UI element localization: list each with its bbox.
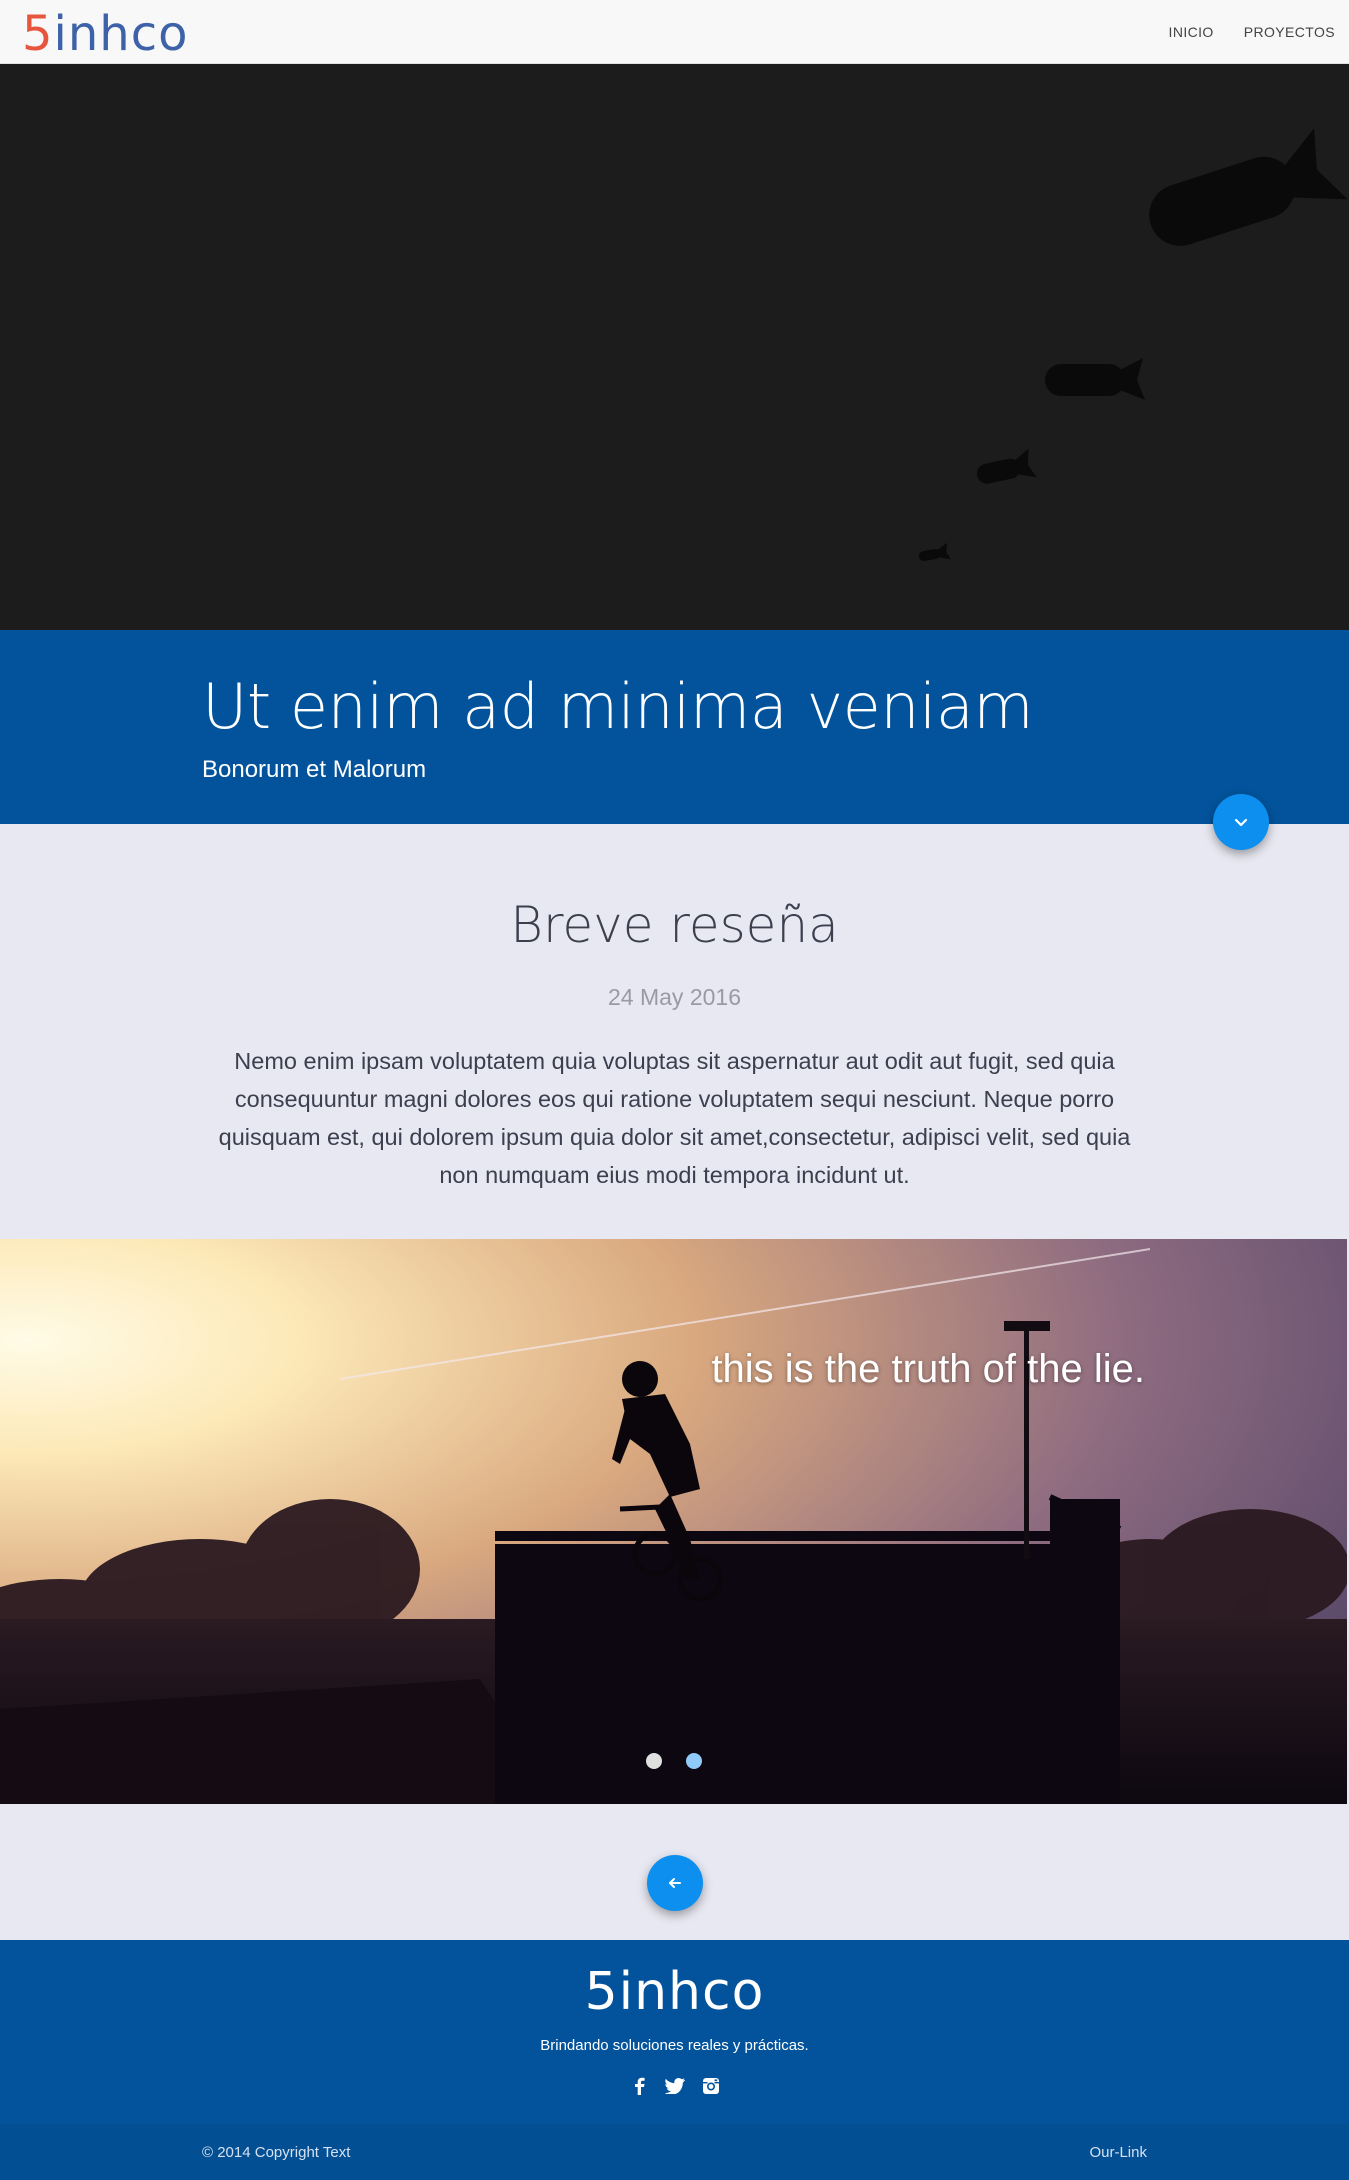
nav-links: INICIO PROYECTOS — [1169, 0, 1335, 64]
review-date: 24 May 2016 — [608, 984, 741, 1010]
footer-tagline: Brindando soluciones reales y prácticas. — [540, 2037, 809, 2054]
hero-image — [0, 64, 1349, 630]
carousel-caption: this is the truth of the lie. — [711, 1347, 1145, 1391]
footer: 5inhco Brindando soluciones reales y prá… — [0, 1940, 1349, 2180]
review-text: Nemo enim ipsam voluptatem quia voluptas… — [218, 1048, 1131, 1188]
arrow-left-icon — [669, 1878, 681, 1888]
hero-title: Ut enim ad minima veniam — [202, 670, 1034, 743]
facebook-icon[interactable] — [629, 2076, 649, 2096]
nav-link-inicio[interactable]: INICIO — [1169, 24, 1214, 40]
hero-title-band: Ut enim ad minima veniam Bonorum et Malo… — [0, 630, 1349, 824]
instagram-icon[interactable] — [701, 2076, 721, 2096]
copyright-text: © 2014 Copyright Text — [202, 2144, 351, 2161]
hero-subtitle: Bonorum et Malorum — [202, 756, 427, 783]
bmx-skatepark-photo — [0, 1239, 1347, 1804]
carousel-indicators — [0, 1753, 1347, 1769]
footer-our-link[interactable]: Our-Link — [1089, 2144, 1147, 2161]
navbar: 5inhco INICIO PROYECTOS — [0, 0, 1349, 64]
twitter-icon[interactable] — [664, 2076, 685, 2096]
social-links — [0, 2076, 1349, 2096]
hero-illustration — [0, 64, 1349, 630]
back-button[interactable] — [647, 1855, 703, 1911]
review-section: Breve reseña 24 May 2016 Nemo enim ipsam… — [0, 824, 1349, 1239]
nav-link-proyectos[interactable]: PROYECTOS — [1244, 24, 1335, 40]
carousel-dot-1[interactable] — [645, 1753, 662, 1769]
logo-rest: inhco — [53, 6, 189, 62]
logo-five: 5 — [22, 6, 54, 62]
carousel-dot-2[interactable] — [685, 1753, 702, 1769]
footer-logo[interactable]: 5inhco — [0, 1962, 1349, 2022]
image-carousel[interactable]: this is the truth of the lie. — [0, 1239, 1347, 1804]
brand-logo[interactable]: 5inhco — [22, 6, 188, 62]
review-title: Breve reseña — [510, 896, 839, 954]
footer-bottom-bar: © 2014 Copyright Text Our-Link — [0, 2124, 1349, 2180]
